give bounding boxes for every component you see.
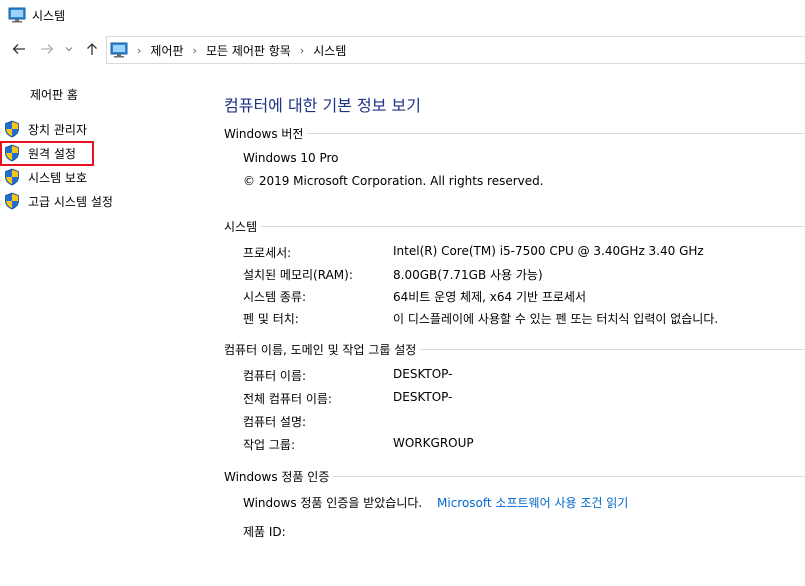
chevron-right-icon: ›	[137, 43, 142, 57]
breadcrumb-all-items[interactable]: 모든 제어판 항목	[206, 42, 291, 59]
address-bar[interactable]: › 제어판 › 모든 제어판 항목 › 시스템	[106, 36, 805, 64]
computer-description-label: 컴퓨터 설명:	[243, 415, 307, 429]
computer-monitor-icon	[8, 7, 26, 23]
section-header: 시스템	[224, 219, 258, 234]
forward-button[interactable]	[37, 38, 57, 60]
activation-status: Windows 정품 인증을 받았습니다.	[243, 496, 423, 510]
section-activation: Windows 정품 인증	[224, 468, 805, 484]
title-bar: 시스템	[0, 0, 805, 32]
section-header: Windows 정품 인증	[224, 469, 330, 484]
system-type-label: 시스템 종류:	[243, 290, 307, 304]
section-header: 컴퓨터 이름, 도메인 및 작업 그룹 설정	[224, 342, 417, 357]
memory-value: 8.00GB(7.71GB 사용 가능)	[393, 268, 543, 282]
computer-name-value: DESKTOP-	[393, 367, 453, 381]
arrow-up-icon	[87, 43, 97, 55]
sidebar-item-label: 고급 시스템 설정	[28, 194, 113, 209]
computer-monitor-icon	[110, 42, 128, 58]
full-computer-name-value: DESKTOP-	[393, 390, 453, 404]
highlight-annotation	[0, 141, 94, 166]
sidebar-item-device-manager[interactable]: 장치 관리자	[4, 119, 87, 139]
breadcrumb-control-panel[interactable]: 제어판	[150, 42, 183, 59]
sidebar-item-label: 시스템 보호	[28, 170, 88, 185]
windows-edition-value: Windows 10 Pro	[243, 151, 339, 165]
divider	[261, 225, 805, 227]
section-system: 시스템	[224, 218, 805, 234]
full-computer-name-label: 전체 컴퓨터 이름:	[243, 392, 332, 406]
memory-label: 설치된 메모리(RAM):	[243, 268, 353, 282]
back-button[interactable]	[9, 38, 29, 60]
pen-touch-label: 펜 및 터치:	[243, 312, 299, 326]
divider	[307, 132, 805, 134]
uac-shield-icon	[5, 192, 19, 210]
recent-locations-button[interactable]	[62, 38, 76, 60]
license-terms-link[interactable]: Microsoft 소프트웨어 사용 조건 읽기	[437, 494, 628, 511]
uac-shield-icon	[5, 120, 19, 138]
section-windows-edition: Windows 버전	[224, 125, 805, 141]
breadcrumb-system[interactable]: 시스템	[313, 42, 346, 59]
window-title: 시스템	[32, 9, 66, 23]
chevron-right-icon: ›	[299, 43, 305, 57]
uac-shield-icon	[5, 168, 19, 186]
up-button[interactable]	[82, 38, 102, 60]
workgroup-label: 작업 그룹:	[243, 438, 296, 452]
page-title: 컴퓨터에 대한 기본 정보 보기	[224, 96, 421, 115]
sidebar-item-advanced-system-settings[interactable]: 고급 시스템 설정	[4, 191, 113, 211]
copyright-text: © 2019 Microsoft Corporation. All rights…	[243, 174, 544, 188]
divider	[333, 475, 805, 477]
divider	[420, 348, 805, 350]
system-type-value: 64비트 운영 체제, x64 기반 프로세서	[393, 290, 587, 304]
processor-value: Intel(R) Core(TM) i5-7500 CPU @ 3.40GHz …	[393, 244, 704, 258]
section-header: Windows 버전	[224, 126, 304, 141]
workgroup-value: WORKGROUP	[393, 436, 474, 450]
computer-name-label: 컴퓨터 이름:	[243, 369, 307, 383]
chevron-down-icon	[65, 47, 73, 52]
processor-label: 프로세서:	[243, 246, 292, 260]
pen-touch-value: 이 디스플레이에 사용할 수 있는 펜 또는 터치식 입력이 없습니다.	[393, 312, 719, 326]
arrow-left-icon	[12, 44, 25, 54]
product-id-label: 제품 ID:	[243, 525, 286, 539]
sidebar-item-system-protection[interactable]: 시스템 보호	[4, 167, 87, 187]
section-computer-name: 컴퓨터 이름, 도메인 및 작업 그룹 설정	[224, 341, 805, 357]
chevron-right-icon: ›	[192, 43, 197, 57]
arrow-right-icon	[41, 44, 54, 54]
control-panel-home-link[interactable]: 제어판 홈	[30, 86, 78, 103]
sidebar-item-label: 장치 관리자	[28, 122, 88, 137]
